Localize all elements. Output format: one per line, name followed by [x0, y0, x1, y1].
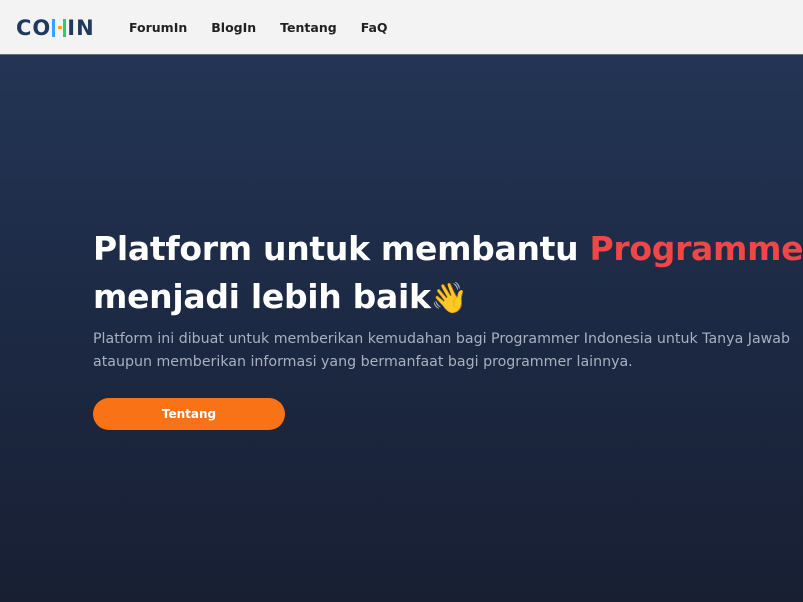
nav-links: ForumIn BlogIn Tentang FaQ	[129, 0, 388, 55]
top-navbar: CO IN ForumIn BlogIn Tentang FaQ	[0, 0, 803, 55]
logo-text-right: IN	[67, 16, 95, 40]
nav-link-faq[interactable]: FaQ	[361, 20, 388, 36]
codein-logo[interactable]: CO IN	[16, 16, 95, 40]
hero-title-highlight: Programmer	[589, 229, 803, 268]
nav-link-tentang[interactable]: Tentang	[280, 20, 337, 36]
waving-hands-icon: 👋	[430, 281, 468, 316]
hero-description: Platform ini dibuat untuk memberikan kem…	[93, 331, 790, 370]
logo-mark-icon	[52, 19, 67, 37]
hero-title-part2: menjadi lebih baik	[93, 277, 431, 316]
hero-title: Platform untuk membantu Programmer menjad…	[93, 225, 803, 323]
tentang-button[interactable]: Tentang	[93, 398, 285, 430]
hero-section: Platform untuk membantu Programmer menjad…	[0, 55, 803, 602]
nav-link-forumin[interactable]: ForumIn	[129, 20, 187, 36]
hero-title-part1: Platform untuk membantu	[93, 229, 590, 268]
logo-text-left: CO	[16, 16, 52, 40]
nav-link-blogin[interactable]: BlogIn	[211, 20, 256, 36]
